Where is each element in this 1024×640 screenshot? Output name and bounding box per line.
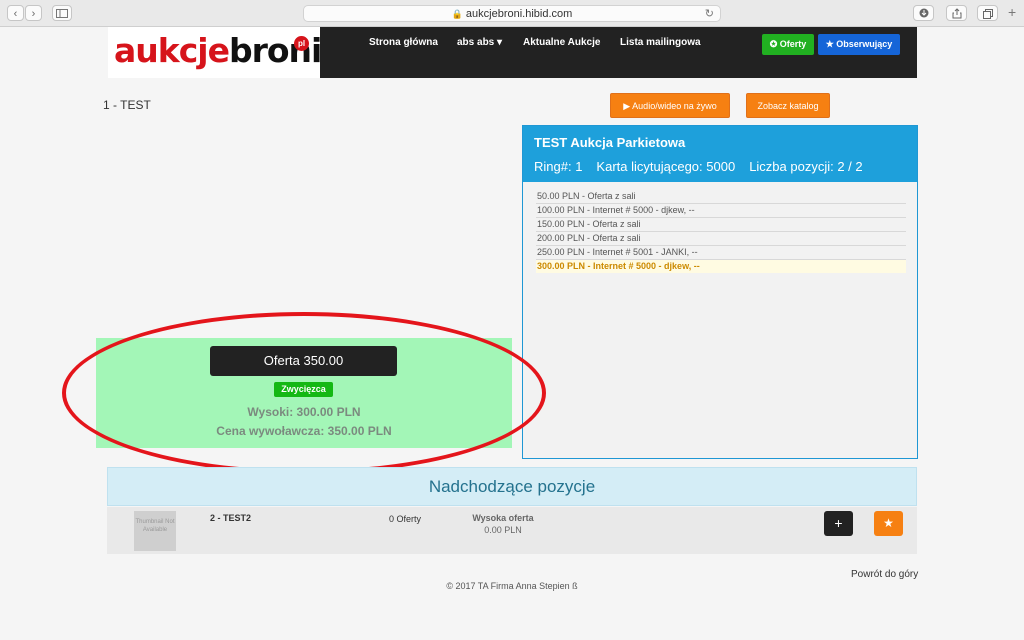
site-logo[interactable]: aukcjebroni pl	[108, 27, 322, 78]
plus-icon: +	[834, 515, 843, 531]
upcoming-high-label: Wysoka oferta	[472, 513, 534, 523]
bid-entry-current: 300.00 PLN - Internet # 5000 - djkew, --	[536, 260, 906, 273]
back-to-top-link[interactable]: Powrót do góry	[851, 569, 918, 580]
bid-history: 50.00 PLN - Oferta z sali 100.00 PLN - I…	[536, 190, 906, 273]
watching-button[interactable]: ★ Obserwujący	[818, 34, 900, 55]
bid-entry: 250.00 PLN - Internet # 5001 - JANKI, --	[536, 246, 906, 260]
lot-title: 1 - TEST	[103, 98, 151, 112]
auction-title: TEST Aukcja Parkietowa	[534, 135, 686, 150]
asking-price: Cena wywoławcza: 350.00 PLN	[216, 424, 392, 438]
nav-mailing-list[interactable]: Lista mailingowa	[620, 37, 701, 48]
high-bid: Wysoki: 300.00 PLN	[247, 405, 361, 419]
copyright: © 2017 TA Firma Anna Stepien ß	[446, 581, 578, 591]
thumbnail-placeholder: Thumbnail Not Available	[134, 511, 176, 551]
watch-button[interactable]: ★	[874, 511, 903, 536]
back-button[interactable]: ‹	[7, 5, 24, 21]
upcoming-heading: Nadchodzące pozycje	[107, 467, 917, 506]
logo-text: aukcjebroni	[114, 31, 322, 70]
lot-count: Liczba pozycji: 2 / 2	[749, 159, 863, 174]
lock-icon: 🔒	[451, 9, 463, 19]
download-icon	[919, 8, 928, 18]
chevron-right-icon: ›	[31, 8, 36, 20]
logo-badge: pl	[294, 36, 309, 51]
share-button[interactable]	[946, 5, 967, 21]
add-button[interactable]: +	[824, 511, 853, 536]
catalog-button[interactable]: Zobacz katalog	[746, 93, 830, 118]
place-bid-button[interactable]: Oferta 350.00	[210, 346, 397, 376]
ring-panel-header: TEST Aukcja Parkietowa Ring#: 1 Karta lic…	[523, 126, 917, 182]
winner-badge: Zwycięzca	[274, 382, 333, 397]
bidder-card: Karta licytującego: 5000	[596, 159, 736, 174]
bid-entry: 150.00 PLN - Oferta z sali	[536, 218, 906, 232]
nav-account-dropdown[interactable]: abs abs ▾	[457, 37, 502, 48]
star-icon: ★	[883, 516, 894, 530]
tabs-button[interactable]	[977, 5, 998, 21]
nav-home[interactable]: Strona główna	[369, 37, 438, 48]
upcoming-lot-row[interactable]: Thumbnail Not Available 2 - TEST2 0 Ofer…	[107, 507, 917, 554]
downloads-button[interactable]	[913, 5, 934, 21]
address-bar[interactable]: 🔒 aukcjebroni.hibid.com ↻	[303, 5, 721, 22]
main-navbar: Strona główna abs abs ▾ Aktualne Aukcje …	[320, 27, 917, 78]
reload-icon[interactable]: ↻	[705, 6, 714, 22]
forward-button[interactable]: ›	[25, 5, 42, 21]
audio-video-button[interactable]: ▶ Audio/wideo na żywo	[610, 93, 730, 118]
bid-entry: 50.00 PLN - Oferta z sali	[536, 190, 906, 204]
browser-toolbar: ‹ › 🔒 aukcjebroni.hibid.com ↻ +	[0, 0, 1024, 27]
chevron-left-icon: ‹	[13, 8, 18, 20]
nav-current-auctions[interactable]: Aktualne Aukcje	[523, 37, 600, 48]
ring-info: Ring#: 1 Karta licytującego: 5000 Liczba p…	[534, 159, 877, 174]
bid-box: Oferta 350.00 Zwycięzca Wysoki: 300.00 P…	[96, 338, 512, 448]
upcoming-bid-count: 0 Oferty	[389, 514, 422, 524]
ring-panel: TEST Aukcja Parkietowa Ring#: 1 Karta lic…	[522, 125, 918, 459]
bid-entry: 200.00 PLN - Oferta z sali	[536, 232, 906, 246]
sidebar-icon	[56, 9, 68, 18]
upcoming-high-value: 0.00 PLN	[484, 525, 522, 535]
ring-number: Ring#: 1	[534, 159, 583, 174]
upcoming-lot-title[interactable]: 2 - TEST2	[210, 513, 251, 523]
sidebar-toggle-button[interactable]	[52, 5, 72, 21]
bid-entry: 100.00 PLN - Internet # 5000 - djkew, --	[536, 204, 906, 218]
share-icon	[952, 8, 961, 19]
tabs-icon	[982, 9, 993, 19]
bids-button[interactable]: ✪ Oferty	[762, 34, 814, 55]
url-text: aukcjebroni.hibid.com	[465, 8, 573, 20]
new-tab-icon[interactable]: +	[1008, 4, 1016, 20]
